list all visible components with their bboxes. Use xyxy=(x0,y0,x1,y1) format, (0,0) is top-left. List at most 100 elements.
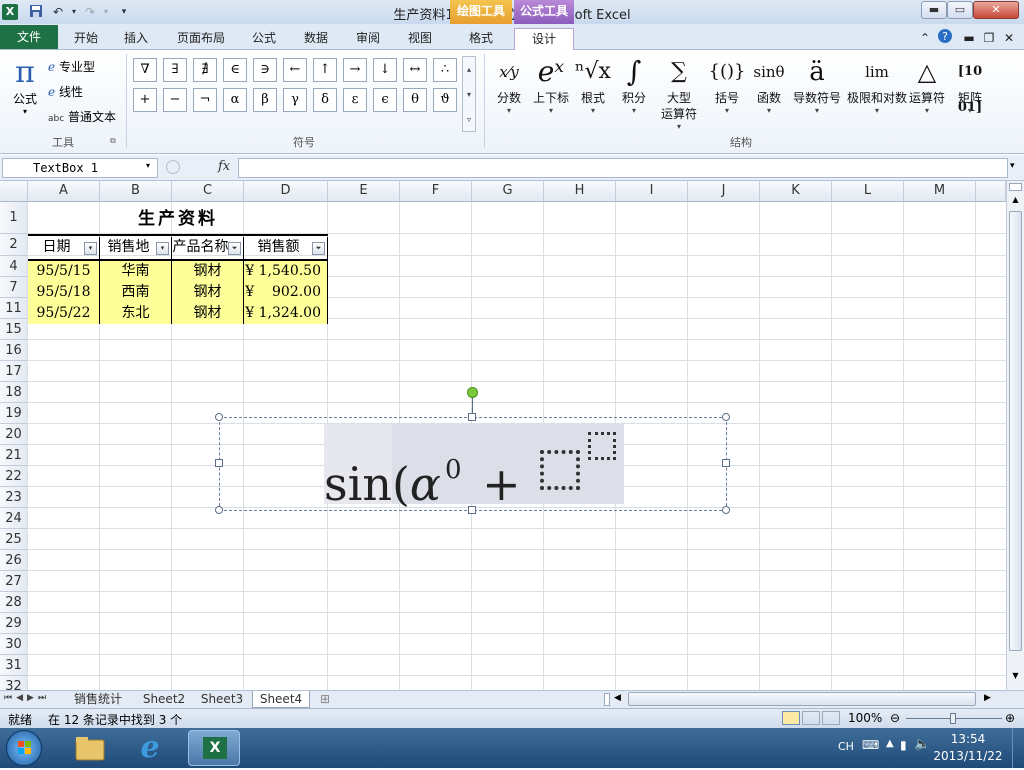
column-header[interactable] xyxy=(976,181,1006,202)
table-cell[interactable]: 华南 xyxy=(100,261,172,282)
select-all-corner[interactable] xyxy=(0,181,28,202)
symbol-button[interactable]: ↑ xyxy=(313,58,337,82)
symbol-button[interactable]: γ xyxy=(283,88,307,112)
split-box[interactable] xyxy=(1009,183,1022,191)
symbol-button[interactable]: α xyxy=(223,88,247,112)
table-cell[interactable]: ¥ 1,324.00 xyxy=(244,303,328,324)
row-header[interactable]: 27 xyxy=(0,571,28,592)
equation-content[interactable]: sin(α 0 + xyxy=(324,440,521,514)
symbol-button[interactable]: θ xyxy=(403,88,427,112)
zoom-slider-thumb[interactable] xyxy=(950,713,956,724)
normal-view-icon[interactable] xyxy=(782,711,800,725)
column-header[interactable]: E xyxy=(328,181,400,202)
clock-date[interactable]: 2013/11/22 xyxy=(932,749,1004,763)
tab-formulas[interactable]: 公式 xyxy=(246,28,282,50)
table-cell[interactable]: 东北 xyxy=(100,303,172,324)
collapse-ribbon-icon[interactable]: ⌃ xyxy=(918,28,932,50)
table-cell[interactable]: ¥ 1,540.50 xyxy=(244,261,328,282)
row-header[interactable]: 15 xyxy=(0,319,28,340)
ie-taskbar-icon[interactable]: e xyxy=(130,730,170,766)
expand-formula-bar-icon[interactable]: ▾ xyxy=(1010,161,1015,171)
resize-handle-sw[interactable] xyxy=(215,506,223,514)
scroll-down-icon[interactable]: ▼ xyxy=(1009,671,1022,685)
rotate-handle[interactable] xyxy=(467,387,478,398)
symbol-button[interactable]: − xyxy=(163,88,187,112)
symbol-button[interactable]: ε xyxy=(343,88,367,112)
table-cell[interactable]: 95/5/15 xyxy=(28,261,100,282)
filter-dropdown-icon[interactable]: ▾ xyxy=(156,242,169,255)
column-header[interactable]: L xyxy=(832,181,904,202)
column-header[interactable]: M xyxy=(904,181,976,202)
symbol-button[interactable]: ∇ xyxy=(133,58,157,82)
close-button[interactable]: ✕ xyxy=(973,1,1019,19)
row-header[interactable]: 29 xyxy=(0,613,28,634)
tab-design[interactable]: 设计 xyxy=(514,28,574,50)
resize-handle-nw[interactable] xyxy=(215,413,223,421)
tab-page-layout[interactable]: 页面布局 xyxy=(172,28,230,50)
symbol-button[interactable]: ∈ xyxy=(223,58,247,82)
column-header[interactable]: K xyxy=(760,181,832,202)
column-header[interactable]: C xyxy=(172,181,244,202)
table-cell[interactable]: 西南 xyxy=(100,282,172,303)
scroll-thumb[interactable] xyxy=(1009,211,1022,651)
linear-button[interactable]: e 线性 xyxy=(48,83,83,100)
structure-button[interactable]: {()} 括号 ▾ xyxy=(708,54,746,132)
start-button[interactable] xyxy=(6,730,42,766)
tab-nav-arrows[interactable]: ⏮◀▶⏭ xyxy=(4,693,50,703)
row-header[interactable]: 16 xyxy=(0,340,28,361)
formula-bar-splitter[interactable] xyxy=(166,160,180,174)
tab-insert[interactable]: 插入 xyxy=(118,28,154,50)
doc-minimize-icon[interactable]: ▬ xyxy=(962,28,976,50)
sheet-tab-2[interactable]: Sheet2 xyxy=(136,691,192,708)
structure-button[interactable]: eˣ 上下标 ▾ xyxy=(530,54,572,132)
table-cell[interactable]: 95/5/18 xyxy=(28,282,100,303)
volume-icon[interactable]: 🔈 xyxy=(914,737,930,752)
column-header[interactable]: F xyxy=(400,181,472,202)
sheet-tab-3[interactable]: Sheet3 xyxy=(194,691,250,708)
structure-button[interactable]: x⁄y 分数 ▾ xyxy=(490,54,528,132)
doc-close-icon[interactable]: ✕ xyxy=(1002,28,1016,50)
table-cell[interactable]: ¥ 902.00 xyxy=(244,282,328,303)
resize-handle-n[interactable] xyxy=(468,413,476,421)
symbol-button[interactable]: ↓ xyxy=(373,58,397,82)
name-box[interactable]: TextBox 1 xyxy=(2,158,158,178)
structure-button[interactable]: lim 极限和对数 ▾ xyxy=(846,54,908,132)
symbol-button[interactable]: ∄ xyxy=(193,58,217,82)
table-cell[interactable]: 钢材 xyxy=(172,261,244,282)
column-header[interactable]: D xyxy=(244,181,328,202)
tab-format[interactable]: 格式 xyxy=(454,28,508,50)
professional-button[interactable]: e 专业型 xyxy=(48,58,95,75)
normal-text-button[interactable]: abc 普通文本 xyxy=(48,108,116,125)
row-header[interactable]: 19 xyxy=(0,403,28,424)
placeholder-base[interactable] xyxy=(540,450,580,490)
scroll-right-icon[interactable]: ▶ xyxy=(984,693,991,703)
vertical-scrollbar[interactable]: ▲ ▼ xyxy=(1006,181,1024,690)
resize-handle-ne[interactable] xyxy=(722,413,730,421)
row-header[interactable]: 24 xyxy=(0,508,28,529)
maximize-button[interactable]: ▭ xyxy=(947,1,973,19)
tab-home[interactable]: 开始 xyxy=(68,28,104,50)
structure-button[interactable]: [10 01] 矩阵 ▾ xyxy=(952,54,988,132)
row-header[interactable]: 26 xyxy=(0,550,28,571)
resize-handle-s[interactable] xyxy=(468,506,476,514)
worksheet-grid[interactable]: ABCDEFGHIJKLM 1 2 4 7 11 15 16 17 18 19 20 21 22 23 24… xyxy=(0,181,1006,690)
structure-button[interactable]: △ 运算符 ▾ xyxy=(906,54,948,132)
sheet-tab-sales[interactable]: 销售统计 xyxy=(62,691,134,708)
minimize-button[interactable]: ▬ xyxy=(921,1,947,19)
page-layout-view-icon[interactable] xyxy=(802,711,820,725)
table-cell[interactable]: 95/5/22 xyxy=(28,303,100,324)
row-header[interactable]: 22 xyxy=(0,466,28,487)
row-header[interactable]: 20 xyxy=(0,424,28,445)
column-header[interactable]: J xyxy=(688,181,760,202)
dialog-launcher-icon[interactable]: ⧉ xyxy=(110,136,116,146)
name-box-dropdown-icon[interactable]: ▾ xyxy=(146,161,150,170)
row-header[interactable]: 28 xyxy=(0,592,28,613)
row-header[interactable]: 32 xyxy=(0,676,28,690)
tab-split-handle[interactable] xyxy=(604,693,610,706)
filter-dropdown-icon[interactable]: ⏷ xyxy=(312,242,325,255)
zoom-out-icon[interactable]: ⊖ xyxy=(890,711,900,725)
formula-input[interactable] xyxy=(238,158,1008,178)
row-header[interactable]: 31 xyxy=(0,655,28,676)
symbol-button[interactable]: β xyxy=(253,88,277,112)
table-cell[interactable]: 钢材 xyxy=(172,303,244,324)
